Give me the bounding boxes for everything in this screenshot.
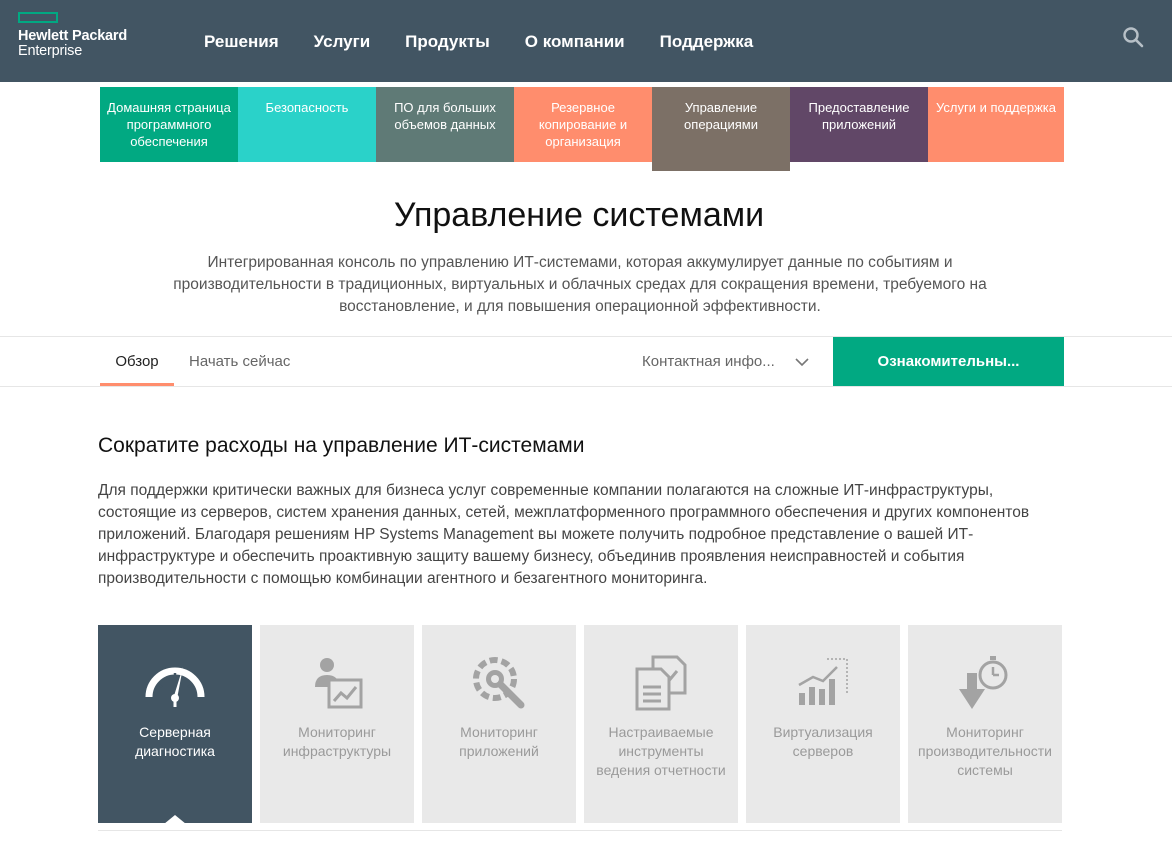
nav-item-services[interactable]: Услуги — [314, 32, 371, 52]
category-tile-services-support[interactable]: Услуги и поддержка — [928, 87, 1064, 162]
category-tile-label: Управление операциями — [684, 100, 758, 132]
category-tile-label: Резервное копирование и организация — [538, 100, 628, 149]
feature-card-label: Виртуализация серверов — [773, 724, 873, 759]
feature-card-reporting-tools[interactable]: Настраиваемые инструменты ведения отчетн… — [584, 625, 738, 823]
category-tile-label: Безопасность — [265, 100, 349, 115]
bar-growth-icon — [798, 658, 848, 705]
page-title: Управление системами — [393, 196, 765, 234]
feature-card-application-monitoring[interactable]: Мониторинг приложений — [422, 625, 576, 823]
tab-overview[interactable]: Обзор — [100, 337, 174, 386]
nav-item-support[interactable]: Поддержка — [660, 32, 754, 52]
feature-cards: Серверная диагностика Мониторинг инфраст… — [98, 625, 1062, 823]
search-icon[interactable] — [1122, 26, 1144, 48]
section-heading: Сократите расходы на управление ИТ-систе… — [98, 434, 585, 457]
category-tile-label: Домашняя страница программного обеспечен… — [107, 100, 231, 149]
nav-item-products[interactable]: Продукты — [405, 32, 490, 52]
logo-rectangle-icon — [18, 12, 58, 23]
section-body: Для поддержки критически важных для бизн… — [98, 482, 1030, 587]
page-description: Интегрированная консоль по управлению ИТ… — [173, 254, 987, 315]
trial-button[interactable]: Ознакомительны... — [833, 337, 1064, 386]
nav-item-solutions[interactable]: Решения — [204, 32, 279, 52]
feature-card-infrastructure-monitoring[interactable]: Мониторинг инфраструктуры — [260, 625, 414, 823]
hpe-logo[interactable]: Hewlett Packard Enterprise — [18, 12, 148, 62]
category-tile-software-home[interactable]: Домашняя страница программного обеспечен… — [100, 87, 238, 162]
user-chart-icon — [315, 658, 363, 709]
main-nav: Решения Услуги Продукты О компании Подде… — [204, 32, 788, 52]
category-tile-backup[interactable]: Резервное копирование и организация — [514, 87, 652, 162]
feature-card-label: Серверная диагностика — [135, 724, 215, 759]
feature-card-label: Настраиваемые инструменты ведения отчетн… — [596, 724, 726, 778]
wrench-gear-icon — [473, 657, 525, 709]
category-tile-app-delivery[interactable]: Предоставление приложений — [790, 87, 928, 162]
tab-get-started[interactable]: Начать сейчас — [189, 337, 290, 386]
documents-icon — [635, 655, 687, 711]
category-tile-label: ПО для больших объемов данных — [394, 100, 496, 132]
logo-text-line1: Hewlett Packard — [18, 28, 128, 44]
category-tile-big-data[interactable]: ПО для больших объемов данных — [376, 87, 514, 162]
feature-card-label: Мониторинг производительности системы — [918, 724, 1052, 778]
feature-card-performance-monitoring[interactable]: Мониторинг производительности системы — [908, 625, 1062, 823]
top-header: Hewlett Packard Enterprise Решения Услуг… — [0, 0, 1172, 82]
feature-card-server-virtualization[interactable]: Виртуализация серверов — [746, 625, 900, 823]
chevron-down-icon[interactable] — [795, 357, 809, 367]
category-tile-label: Предоставление приложений — [808, 100, 910, 132]
feature-card-server-diagnostics[interactable]: Серверная диагностика — [98, 625, 252, 823]
nav-item-about[interactable]: О компании — [525, 32, 625, 52]
stopwatch-download-icon — [959, 656, 1008, 709]
feature-card-label: Мониторинг приложений — [459, 724, 539, 759]
category-tile-operations[interactable]: Управление операциями — [652, 87, 790, 171]
active-card-pointer — [164, 815, 186, 824]
sub-nav-bar: Обзор Начать сейчас Контактная инфо... О… — [0, 336, 1172, 387]
category-tile-label: Услуги и поддержка — [936, 100, 1056, 115]
logo-text-line2: Enterprise — [18, 43, 83, 59]
contact-info-dropdown[interactable]: Контактная инфо... — [642, 337, 775, 386]
feature-card-label: Мониторинг инфраструктуры — [282, 724, 392, 759]
gauge-icon — [145, 667, 205, 707]
section-divider — [98, 830, 1062, 831]
category-tiles: Домашняя страница программного обеспечен… — [100, 87, 1064, 171]
category-tile-security[interactable]: Безопасность — [238, 87, 376, 162]
